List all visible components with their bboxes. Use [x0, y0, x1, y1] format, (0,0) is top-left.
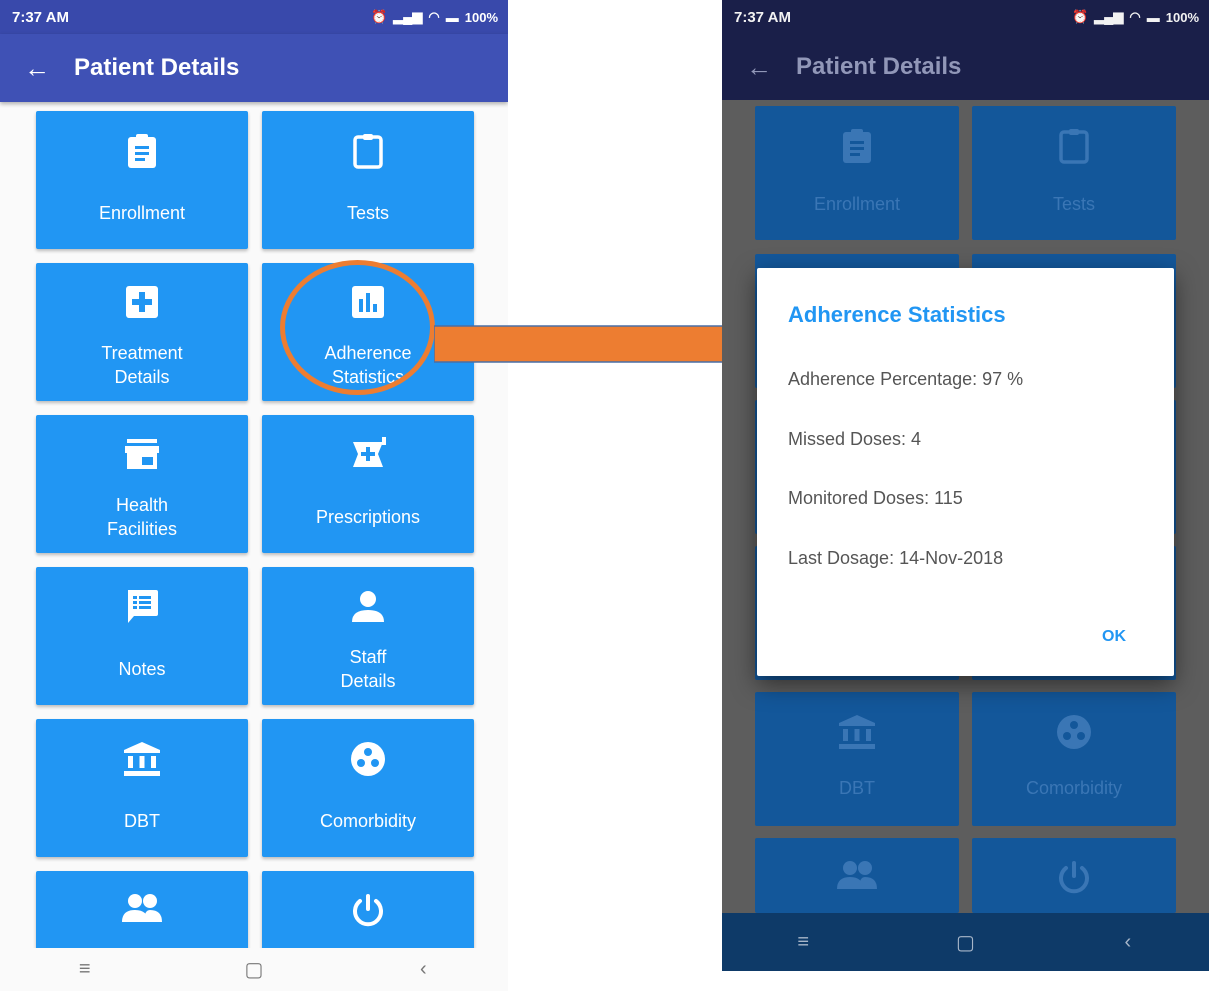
- tile-contacts[interactable]: [36, 871, 248, 951]
- tile-label-lines: Staff Details: [262, 645, 474, 693]
- alarm-icon: ⏰: [371, 9, 388, 24]
- tile-label: Prescriptions: [315, 507, 421, 527]
- missed-doses: Missed Doses: 4: [788, 429, 922, 449]
- adherence-percentage: Adherence Percentage: 97 %: [788, 369, 1024, 389]
- tile-label-line: Staff: [349, 647, 387, 667]
- page-title: Patient Details: [796, 53, 962, 80]
- tile-label-line: Details: [340, 671, 396, 691]
- system-nav-bar: ≡ ▢ ‹: [722, 913, 1209, 971]
- people-icon: [755, 860, 959, 890]
- status-icons: ⏰ ▂▄▆ ◠ ▬ 100%: [1072, 9, 1199, 25]
- dialog-title: Adherence Statistics: [788, 302, 1006, 327]
- people-icon: [36, 893, 248, 923]
- page-title: Patient Details: [74, 54, 240, 81]
- tile-label-lines: Health Facilities: [36, 493, 248, 541]
- tile-dbt[interactable]: DBT: [36, 719, 248, 857]
- battery-icon: ▬: [1146, 9, 1160, 25]
- last-dosage: Last Dosage: 14-Nov-2018: [788, 548, 1004, 568]
- clipboard-text-icon: [36, 133, 248, 169]
- signal-icon: ▂▄▆: [1094, 9, 1124, 24]
- status-bar: 7:37 AM ⏰ ▂▄▆ ◠ ▬ 100%: [722, 0, 1209, 34]
- note-list-icon: [36, 589, 248, 625]
- tile-enrollment: Enrollment: [755, 106, 959, 240]
- system-nav-bar: ≡ ▢ ‹: [0, 948, 508, 991]
- dots-circle-icon: [262, 741, 474, 777]
- battery-icon: ▬: [445, 9, 459, 25]
- status-bar: 7:37 AM ⏰ ▂▄▆ ◠ ▬ 100%: [0, 0, 508, 34]
- tile-tests: Tests: [972, 106, 1176, 240]
- medical-plus-icon: [36, 285, 248, 319]
- tile-logout: [972, 838, 1176, 913]
- tile-label-line: Treatment: [101, 343, 183, 363]
- tile-label: Enrollment: [98, 203, 186, 223]
- tile-label: DBT: [124, 811, 160, 831]
- tile-health-facilities[interactable]: Health Facilities: [36, 415, 248, 553]
- bank-icon: [36, 741, 248, 777]
- ok-button[interactable]: OK: [1102, 628, 1126, 646]
- tile-label-line: Health: [115, 495, 169, 515]
- battery-level: 100%: [1165, 9, 1199, 25]
- app-bar: ← Patient Details: [0, 34, 508, 102]
- clipboard-text-icon: [755, 128, 959, 164]
- tile-label: Comorbidity: [1025, 778, 1123, 798]
- dots-circle-icon: [972, 714, 1176, 750]
- status-icons: ⏰ ▂▄▆ ◠ ▬ 100%: [371, 9, 498, 25]
- tile-label: Enrollment: [813, 194, 901, 214]
- arrow-left-icon[interactable]: ←: [0, 53, 74, 84]
- back-icon[interactable]: ‹: [1108, 931, 1148, 954]
- tile-treatment-details[interactable]: Treatment Details: [36, 263, 248, 401]
- app-bar: ← Patient Details: [722, 34, 1209, 100]
- phone-screen-left: 7:37 AM ⏰ ▂▄▆ ◠ ▬ 100% ← Patient Details…: [0, 0, 508, 991]
- person-icon: [262, 589, 474, 623]
- tile-label: Notes: [118, 659, 166, 679]
- store-icon: [36, 437, 248, 471]
- clipboard-empty-icon: [972, 128, 1176, 164]
- mortar-plus-icon: [262, 437, 474, 471]
- status-time: 7:37 AM: [734, 8, 791, 26]
- tile-label-line: Facilities: [106, 519, 177, 539]
- clipboard-empty-icon: [262, 133, 474, 169]
- bank-icon: [755, 714, 959, 750]
- tile-label: Comorbidity: [319, 811, 417, 831]
- power-icon: [972, 860, 1176, 896]
- tile-dbt: DBT: [755, 692, 959, 826]
- adherence-statistics-dialog: Adherence Statistics Adherence Percentag…: [757, 268, 1174, 676]
- tile-label-lines: Treatment Details: [36, 341, 248, 389]
- tile-contacts: [755, 838, 959, 913]
- back-icon[interactable]: ‹: [403, 958, 443, 981]
- home-icon[interactable]: ▢: [234, 957, 274, 982]
- status-time: 7:37 AM: [12, 8, 69, 26]
- alarm-icon: ⏰: [1072, 9, 1089, 24]
- highlight-ellipse: [280, 260, 435, 395]
- signal-icon: ▂▄▆: [393, 9, 423, 24]
- arrow-left-icon: ←: [746, 51, 772, 82]
- battery-level: 100%: [464, 9, 498, 25]
- menu-icon[interactable]: ≡: [65, 958, 105, 981]
- power-icon: [262, 893, 474, 929]
- tile-logout[interactable]: [262, 871, 474, 951]
- tile-comorbidity: Comorbidity: [972, 692, 1176, 826]
- tile-label: Tests: [346, 203, 389, 223]
- tile-tests[interactable]: Tests: [262, 111, 474, 249]
- menu-icon[interactable]: ≡: [783, 931, 823, 954]
- wifi-icon: ◠: [1129, 9, 1141, 24]
- tile-enrollment[interactable]: Enrollment: [36, 111, 248, 249]
- tile-notes[interactable]: Notes: [36, 567, 248, 705]
- phone-screen-right: 7:37 AM ⏰ ▂▄▆ ◠ ▬ 100% ← Patient Details…: [722, 0, 1209, 971]
- home-icon[interactable]: ▢: [945, 930, 985, 955]
- tile-label-line: Details: [114, 367, 170, 387]
- tile-prescriptions[interactable]: Prescriptions: [262, 415, 474, 553]
- tile-label: DBT: [839, 778, 875, 798]
- tile-staff-details[interactable]: Staff Details: [262, 567, 474, 705]
- tile-label: Tests: [1052, 194, 1095, 214]
- tile-comorbidity[interactable]: Comorbidity: [262, 719, 474, 857]
- monitored-doses: Monitored Doses: 115: [788, 488, 963, 508]
- wifi-icon: ◠: [428, 9, 440, 24]
